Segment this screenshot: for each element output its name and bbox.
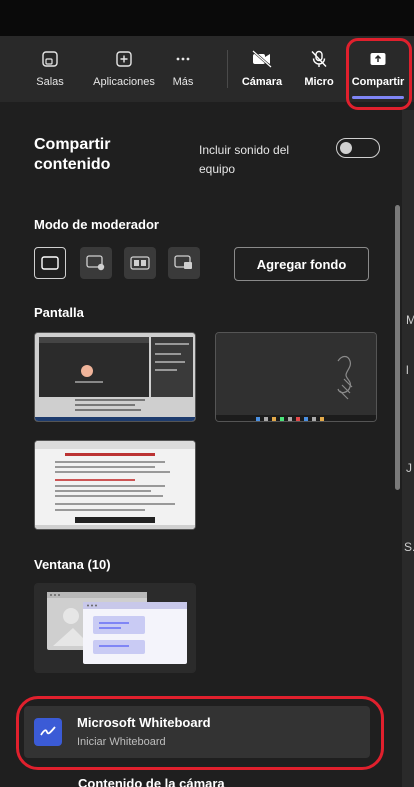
title-bar bbox=[0, 0, 414, 36]
side-by-side-icon bbox=[130, 256, 150, 270]
edge-char: S. bbox=[404, 540, 414, 554]
panel-scrollbar[interactable] bbox=[395, 205, 400, 490]
mic-button[interactable]: Micro bbox=[302, 36, 336, 102]
apps-icon bbox=[113, 48, 135, 70]
mode-standout-button[interactable] bbox=[80, 247, 112, 279]
camera-label: Cámara bbox=[241, 76, 283, 88]
include-sound-label: Incluir sonido del equipo bbox=[199, 143, 290, 176]
screen-thumbnail-3[interactable] bbox=[34, 440, 196, 530]
more-label: Más bbox=[172, 76, 194, 88]
more-icon bbox=[172, 48, 194, 70]
content-only-icon bbox=[41, 256, 59, 270]
apps-button[interactable]: Aplicaciones bbox=[86, 36, 162, 102]
screen-preview-image bbox=[216, 333, 376, 421]
screen-thumbnail-1[interactable] bbox=[34, 332, 196, 422]
more-button[interactable]: Más bbox=[168, 36, 198, 102]
edge-char: l bbox=[406, 363, 409, 377]
window-heading: Ventana (10) bbox=[34, 557, 111, 572]
camera-button[interactable]: Cámara bbox=[240, 36, 284, 102]
rooms-label: Salas bbox=[36, 76, 64, 88]
edge-char: M bbox=[406, 313, 414, 327]
presenter-mode-heading: Modo de moderador bbox=[34, 217, 159, 232]
rooms-icon bbox=[39, 48, 61, 70]
apps-label: Aplicaciones bbox=[93, 76, 155, 88]
mode-content-only-button[interactable] bbox=[34, 247, 66, 279]
mode-side-by-side-button[interactable] bbox=[124, 247, 156, 279]
reporter-icon bbox=[174, 255, 192, 269]
edge-char: J bbox=[406, 461, 412, 475]
highlight-box-share bbox=[346, 38, 412, 110]
add-background-button[interactable]: Agregar fondo bbox=[234, 247, 369, 281]
window-thumbnail-1[interactable] bbox=[34, 583, 196, 673]
camera-off-icon bbox=[251, 48, 273, 70]
include-sound-toggle[interactable] bbox=[336, 138, 380, 158]
mic-label: Micro bbox=[304, 76, 334, 88]
rooms-button[interactable]: Salas bbox=[28, 36, 72, 102]
standout-icon bbox=[86, 255, 105, 271]
window-preview-image bbox=[35, 584, 195, 672]
background-window-edge bbox=[402, 110, 414, 787]
panel-title: Compartir contenido bbox=[34, 136, 111, 173]
camera-content-heading: Contenido de la cámara bbox=[78, 776, 225, 787]
screen-thumbnail-2[interactable] bbox=[215, 332, 377, 422]
screen-heading: Pantalla bbox=[34, 305, 84, 320]
highlight-box-whiteboard bbox=[16, 696, 384, 770]
mic-off-icon bbox=[308, 48, 330, 70]
screen-preview-image bbox=[35, 333, 195, 421]
toggle-knob bbox=[340, 141, 352, 154]
toolbar-divider bbox=[227, 50, 228, 88]
screen-preview-image bbox=[35, 441, 195, 529]
mode-reporter-button[interactable] bbox=[168, 247, 200, 279]
